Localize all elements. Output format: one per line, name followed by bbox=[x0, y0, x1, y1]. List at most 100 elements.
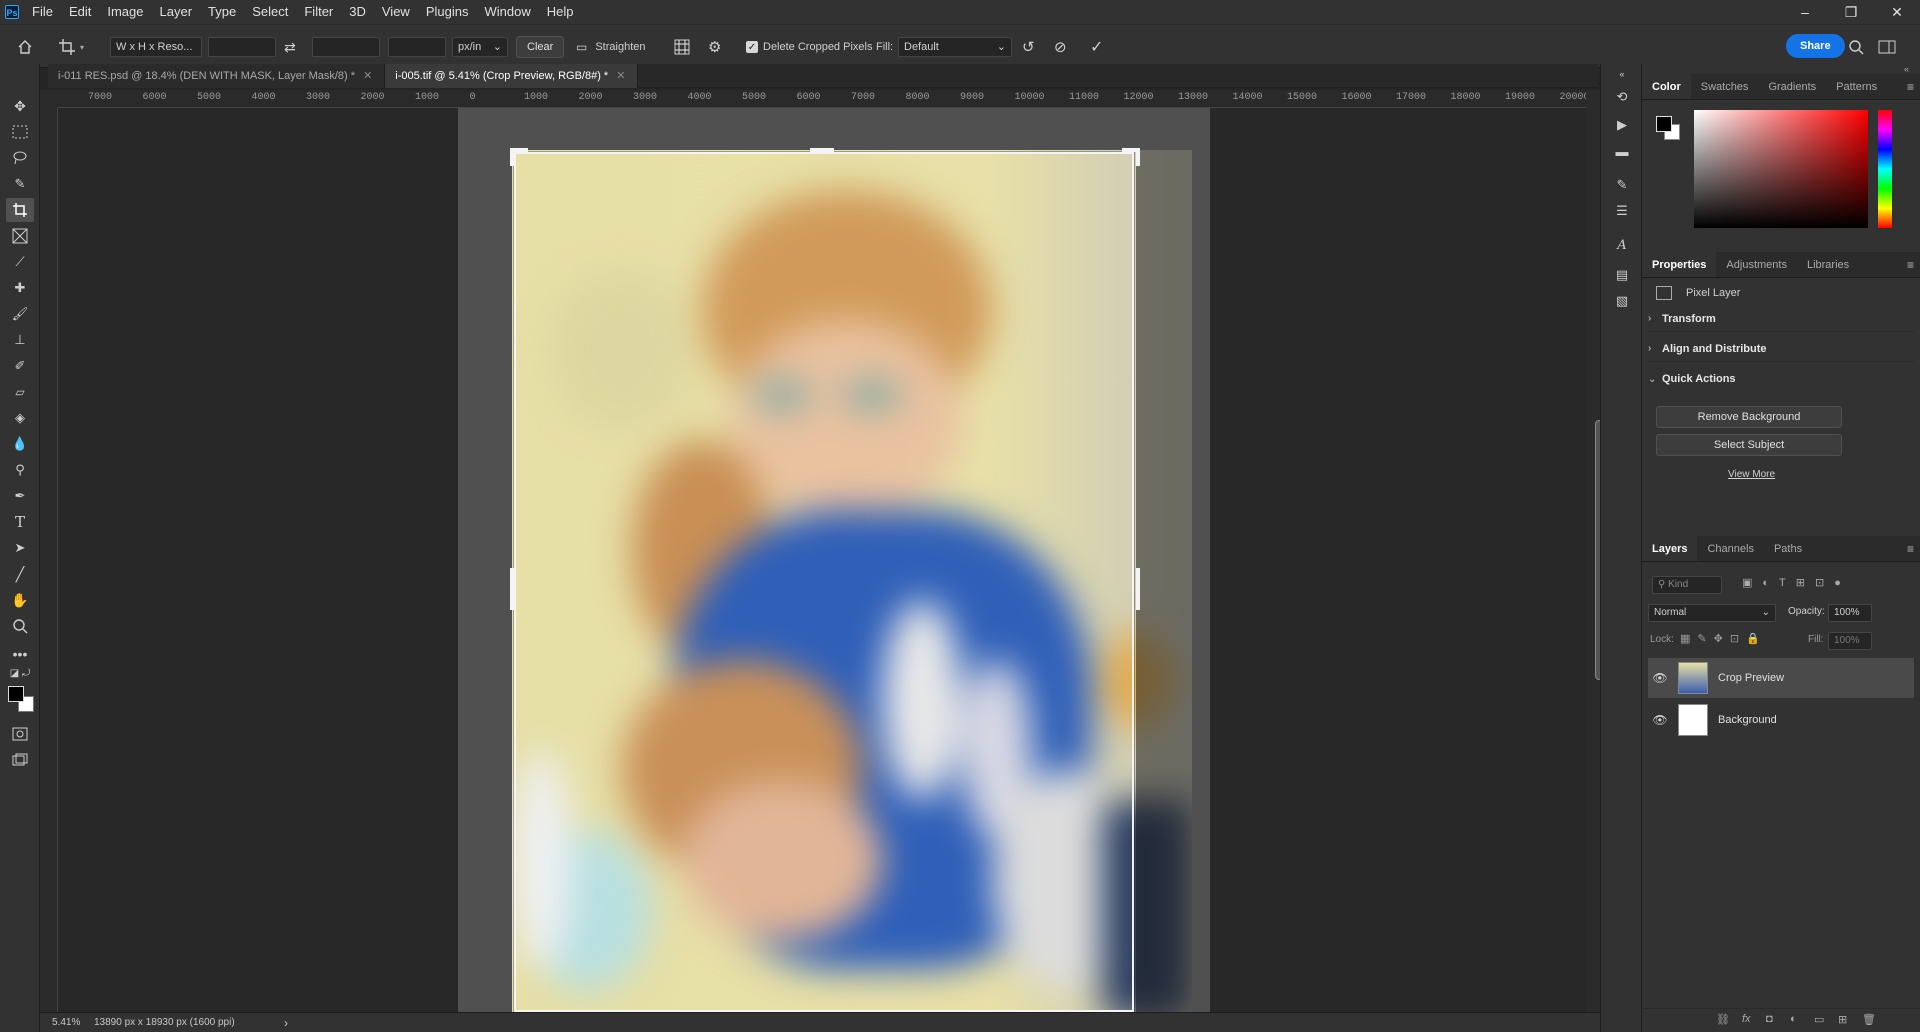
crop-tool-preset-icon[interactable]: ▾ bbox=[58, 36, 84, 58]
adjustments-sliders-icon[interactable]: ☰ bbox=[1610, 200, 1634, 222]
visibility-eye-icon[interactable]: 👁 bbox=[1648, 671, 1672, 685]
paint-bucket-tool-icon[interactable]: ◈ bbox=[6, 406, 34, 430]
layer-row-background[interactable]: 👁 Background bbox=[1648, 700, 1914, 740]
menu-filter[interactable]: Filter bbox=[296, 0, 341, 24]
tab-channels[interactable]: Channels bbox=[1697, 536, 1763, 561]
move-tool-icon[interactable]: ✥ bbox=[6, 94, 34, 118]
doc-tab-i011[interactable]: i-011 RES.psd @ 18.4% (DEN WITH MASK, La… bbox=[48, 64, 386, 88]
minimize-button[interactable]: – bbox=[1782, 0, 1828, 24]
character-icon[interactable]: A bbox=[1610, 234, 1634, 256]
lock-icons[interactable]: ▦✎✥⊡🔒 bbox=[1680, 632, 1767, 645]
view-more-link[interactable]: View More bbox=[1728, 469, 1775, 480]
tab-gradients[interactable]: Gradients bbox=[1758, 74, 1826, 99]
restore-button[interactable]: ❐ bbox=[1828, 0, 1874, 24]
notes-icon[interactable]: ▧ bbox=[1610, 290, 1634, 312]
ruler-origin[interactable] bbox=[40, 90, 58, 108]
close-tab-icon[interactable]: ✕ bbox=[363, 70, 372, 82]
menu-type[interactable]: Type bbox=[200, 0, 244, 24]
visibility-eye-icon[interactable]: 👁 bbox=[1648, 713, 1672, 727]
fill-dropdown[interactable]: Default ⌄ bbox=[898, 36, 1012, 58]
layer-name[interactable]: Crop Preview bbox=[1718, 672, 1784, 684]
straighten-button[interactable]: ▭ Straighten bbox=[576, 36, 646, 58]
workspace-icon[interactable] bbox=[1878, 36, 1896, 58]
fill-field[interactable]: 100% bbox=[1828, 632, 1872, 650]
crop-handle-top-right-v[interactable] bbox=[1136, 148, 1140, 166]
close-tab-icon[interactable]: ✕ bbox=[616, 70, 625, 82]
close-window-button[interactable]: ✕ bbox=[1874, 0, 1920, 24]
lasso-tool-icon[interactable] bbox=[6, 146, 34, 170]
menu-3d[interactable]: 3D bbox=[341, 0, 374, 24]
eraser-tool-icon[interactable]: ▱ bbox=[6, 380, 34, 404]
default-colors-icon[interactable]: ◪ ⤾ bbox=[6, 666, 34, 680]
status-menu-arrow[interactable]: › bbox=[276, 1016, 288, 1030]
history-brush-tool-icon[interactable]: ✐ bbox=[6, 354, 34, 378]
layer-filter-icons[interactable]: ▣◐T⊞⊡● bbox=[1742, 576, 1851, 589]
type-tool-icon[interactable]: T bbox=[6, 510, 34, 534]
group-folder-icon[interactable]: ▭ bbox=[1814, 1013, 1824, 1026]
blur-tool-icon[interactable]: 💧 bbox=[6, 432, 34, 456]
tab-color[interactable]: Color bbox=[1642, 74, 1691, 99]
select-subject-button[interactable]: Select Subject bbox=[1656, 434, 1842, 456]
menu-select[interactable]: Select bbox=[244, 0, 296, 24]
layer-name[interactable]: Background bbox=[1718, 714, 1777, 726]
vertical-scrollbar[interactable] bbox=[1586, 90, 1603, 1012]
frame-tool-icon[interactable] bbox=[6, 224, 34, 248]
color-picker-field[interactable] bbox=[1694, 110, 1868, 228]
tab-adjustments[interactable]: Adjustments bbox=[1716, 252, 1797, 277]
collapse-right-icon[interactable]: « bbox=[1904, 64, 1909, 74]
ratio-dropdown[interactable]: W x H x Reso... ⌄ bbox=[110, 36, 202, 71]
dodge-tool-icon[interactable]: ⚲ bbox=[6, 458, 34, 482]
more-tools-icon[interactable]: ••• bbox=[6, 642, 34, 666]
menu-edit[interactable]: Edit bbox=[61, 0, 99, 24]
link-layers-icon[interactable]: ⛓ bbox=[1716, 1013, 1730, 1026]
panel-menu-icon[interactable]: ≡ bbox=[1907, 80, 1914, 94]
clone-stamp-tool-icon[interactable]: ⊥ bbox=[6, 328, 34, 352]
menu-image[interactable]: Image bbox=[99, 0, 151, 24]
crop-box[interactable] bbox=[514, 152, 1134, 1012]
tab-libraries[interactable]: Libraries bbox=[1797, 252, 1859, 277]
comments-icon[interactable]: ▬ bbox=[1610, 140, 1634, 162]
opacity-field[interactable]: 100% bbox=[1828, 604, 1872, 622]
delete-cropped-checkbox[interactable]: ✓ Delete Cropped Pixels bbox=[746, 36, 872, 58]
hand-tool-icon[interactable]: ✋ bbox=[6, 588, 34, 612]
commit-crop-icon[interactable]: ✓ bbox=[1090, 36, 1103, 58]
hue-slider[interactable] bbox=[1878, 110, 1892, 228]
menu-plugins[interactable]: Plugins bbox=[418, 0, 477, 24]
zoom-tool-icon[interactable] bbox=[6, 614, 34, 638]
crop-handle-right[interactable] bbox=[1136, 568, 1140, 610]
menu-help[interactable]: Help bbox=[539, 0, 582, 24]
color-panel-swatches[interactable] bbox=[1654, 114, 1684, 144]
brush-settings-icon[interactable]: ✎ bbox=[1610, 174, 1634, 196]
layer-row-crop-preview[interactable]: 👁 Crop Preview bbox=[1648, 658, 1914, 698]
section-align-distribute[interactable]: › Align and Distribute bbox=[1648, 336, 1914, 362]
menu-file[interactable]: File bbox=[24, 0, 61, 24]
tab-swatches[interactable]: Swatches bbox=[1691, 74, 1759, 99]
layer-comps-icon[interactable]: ▤ bbox=[1610, 264, 1634, 286]
quick-mask-icon[interactable] bbox=[6, 722, 34, 746]
foreground-color-swatch[interactable] bbox=[8, 686, 24, 702]
new-layer-icon[interactable]: ⊞ bbox=[1838, 1013, 1847, 1026]
brush-tool-icon[interactable]: 🖌 bbox=[6, 302, 34, 326]
resolution-field[interactable] bbox=[388, 37, 446, 57]
menu-view[interactable]: View bbox=[374, 0, 418, 24]
reset-icon[interactable]: ↺ bbox=[1022, 36, 1035, 58]
path-selection-tool-icon[interactable]: ➤ bbox=[6, 536, 34, 560]
menu-layer[interactable]: Layer bbox=[152, 0, 201, 24]
settings-gear-icon[interactable]: ⚙ bbox=[708, 36, 721, 58]
tab-patterns[interactable]: Patterns bbox=[1826, 74, 1887, 99]
color-swatches[interactable] bbox=[6, 684, 34, 714]
zoom-level[interactable]: 5.41% bbox=[40, 1017, 86, 1028]
collapse-panels-icon[interactable]: « bbox=[1610, 68, 1634, 80]
screen-mode-icon[interactable] bbox=[6, 748, 34, 772]
overlay-grid-icon[interactable] bbox=[674, 36, 690, 58]
panel-menu-icon[interactable]: ≡ bbox=[1907, 542, 1914, 556]
marquee-tool-icon[interactable] bbox=[6, 120, 34, 144]
panel-menu-icon[interactable]: ≡ bbox=[1907, 258, 1914, 272]
fx-icon[interactable]: fx bbox=[1742, 1013, 1751, 1025]
blend-mode-dropdown[interactable]: Normal ⌄ bbox=[1648, 604, 1776, 622]
layer-filter-kind[interactable]: ⚲ Kind bbox=[1652, 576, 1722, 594]
swap-dimensions-icon[interactable]: ⇄ bbox=[284, 36, 296, 58]
menu-window[interactable]: Window bbox=[476, 0, 538, 24]
pen-tool-icon[interactable]: ✒ bbox=[6, 484, 34, 508]
actions-play-icon[interactable]: ▶ bbox=[1610, 114, 1634, 136]
